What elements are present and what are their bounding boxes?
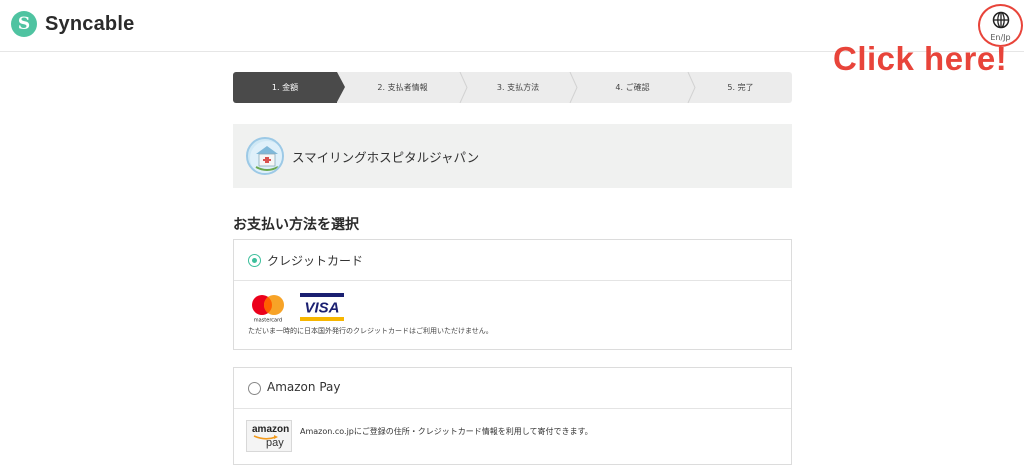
amazon-pay-logo: amazon pay xyxy=(246,420,292,452)
step-payment-method: 3. 支払方法 xyxy=(496,83,540,92)
brand-logo[interactable]: S Syncable xyxy=(11,11,134,37)
amazon-pay-radio[interactable] xyxy=(248,382,261,395)
brand-name: Syncable xyxy=(45,12,135,35)
amazon-pay-option[interactable]: Amazon Pay amazon pay Amazon.co.jpにご登録の住… xyxy=(233,367,792,465)
organization-emblem-icon xyxy=(250,141,282,173)
credit-card-radio[interactable] xyxy=(248,254,261,267)
amazon-pay-wordmark: pay xyxy=(266,437,284,449)
progress-stepper: 1. 金額 2. 支払者情報 3. 支払方法 4. ご確認 5. 完了 xyxy=(233,72,792,103)
step-amount: 1. 金額 xyxy=(233,72,337,103)
mastercard-logo-icon: mastercard xyxy=(252,295,284,324)
amazon-pay-details: amazon pay Amazon.co.jpにご登録の住所・クレジットカード情… xyxy=(234,409,791,464)
visa-wordmark: VISA xyxy=(304,300,339,317)
organization-avatar xyxy=(246,137,284,175)
amazon-pay-option-header[interactable]: Amazon Pay xyxy=(234,368,791,409)
visa-logo-icon: VISA xyxy=(300,293,344,321)
step-payer-info: 2. 支払者情報 xyxy=(377,83,428,92)
organization-name: スマイリングホスピタルジャパン xyxy=(292,150,480,165)
organization-card: スマイリングホスピタルジャパン xyxy=(233,124,792,188)
globe-icon xyxy=(992,11,1010,29)
step-confirm: 4. ご確認 xyxy=(615,83,650,92)
credit-card-notice: ただいま一時的に日本国外発行のクレジットカードはご利用いただけません。 xyxy=(248,327,493,335)
mastercard-wordmark: mastercard xyxy=(254,318,282,324)
amazon-pay-notice: Amazon.co.jpにご登録の住所・クレジットカード情報を利用して寄付できま… xyxy=(300,427,593,436)
amazon-wordmark: amazon xyxy=(252,424,290,435)
click-here-annotation: Click here! xyxy=(833,40,1008,77)
step-complete: 5. 完了 xyxy=(727,83,754,92)
credit-card-option-header[interactable]: クレジットカード xyxy=(234,240,791,281)
payment-section-title: お支払い方法を選択 xyxy=(233,217,359,233)
logo-mark-icon: S xyxy=(11,11,37,37)
credit-card-details: mastercard VISA ただいま一時的に日本国外発行のクレジットカードは… xyxy=(234,281,791,349)
credit-card-label[interactable]: クレジットカード xyxy=(267,252,363,269)
step-active-arrow xyxy=(337,72,345,102)
amazon-pay-label[interactable]: Amazon Pay xyxy=(267,380,340,394)
credit-card-option[interactable]: クレジットカード mastercard VISA ただいま一時的に日本国外発行の… xyxy=(233,239,792,350)
